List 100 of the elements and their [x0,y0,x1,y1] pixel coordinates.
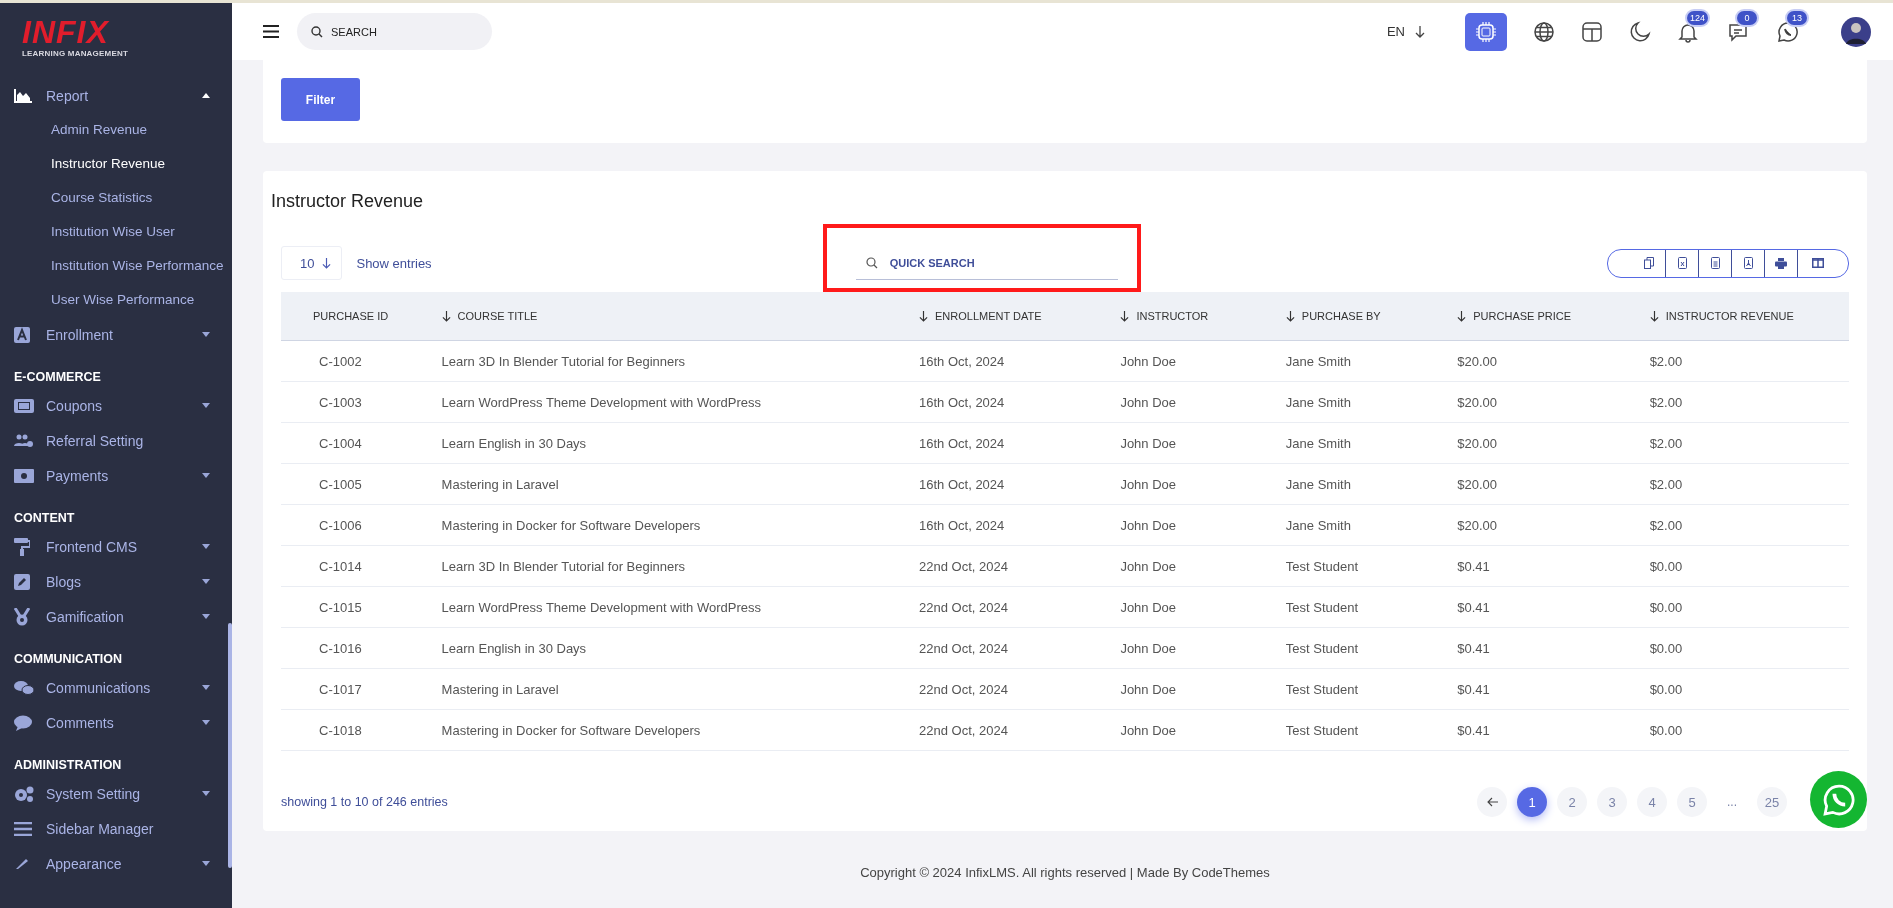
page-button[interactable]: 5 [1677,787,1707,817]
submenu-item[interactable]: Course Statistics [0,181,232,215]
menu-item[interactable]: Sidebar Manager [0,811,232,846]
sort-arrow-icon[interactable] [1457,310,1467,322]
table-cell: Test Student [1285,558,1359,574]
menu-item[interactable]: Referral Setting [0,423,232,458]
page-size-select[interactable]: 10 [281,246,343,280]
layout-icon[interactable] [1581,20,1603,43]
submenu-item[interactable]: Institution Wise User [0,215,232,249]
column-header[interactable]: PURCHASE ID [313,310,389,322]
pencil-icon [14,573,30,590]
menu-item[interactable]: Report [0,78,232,113]
table-cell: John Doe [1120,558,1177,574]
sort-arrow-icon[interactable] [441,310,451,322]
table-cell: $2.00 [1649,435,1683,451]
table-cell: C-1006 [319,517,362,533]
sort-arrow-icon[interactable] [919,310,929,322]
table-cell: C-1015 [319,599,362,615]
sort-arrow-icon[interactable] [1120,310,1130,322]
page-button[interactable]: 3 [1597,787,1627,817]
table-cell: C-1016 [319,640,362,656]
table-cell: Learn English in 30 Days [441,435,587,451]
page-button[interactable]: 25 [1757,787,1787,817]
submenu-item[interactable]: User Wise Performance [0,283,232,317]
menu-item[interactable]: Blogs [0,564,232,599]
avatar-icon[interactable] [1841,16,1871,47]
cash-icon [14,468,34,483]
page-button[interactable]: 1 [1517,787,1547,817]
table-cell: Mastering in Docker for Software Developers [441,722,701,738]
language-selector[interactable]: EN [1386,24,1405,39]
table-cell: $20.00 [1457,476,1498,492]
table-cell: John Doe [1120,599,1177,615]
menu-icon[interactable] [263,25,279,38]
search-icon [865,256,878,269]
table-cell: $2.00 [1649,353,1683,369]
table-cell: 22nd Oct, 2024 [919,640,1008,656]
table-cell: $0.41 [1457,558,1490,574]
column-header[interactable]: INSTRUCTOR [1136,310,1209,322]
column-header[interactable]: PURCHASE PRICE [1473,310,1572,322]
moon-icon[interactable] [1629,20,1651,43]
count-badge: 124 [1687,10,1709,25]
table-cell: Mastering in Laravel [441,476,559,492]
table-cell: Jane Smith [1285,394,1351,410]
printer-icon [1775,257,1787,269]
sort-arrow-icon[interactable] [1285,310,1295,322]
page-button[interactable]: 2 [1557,787,1587,817]
table-cell: Learn WordPress Theme Development with WordPress [441,394,761,410]
quick-search-field[interactable]: QUICK SEARCH [855,246,1118,280]
page-button[interactable]: 4 [1637,787,1667,817]
submenu-item[interactable]: Institution Wise Performance [0,249,232,283]
table-cell: John Doe [1120,517,1177,533]
phone-bubble-icon[interactable] [1777,20,1799,43]
column-header[interactable]: COURSE TITLE [457,310,538,322]
table-cell: Learn WordPress Theme Development with WordPress [441,599,761,615]
menu-item[interactable]: System Setting [0,776,232,811]
column-header[interactable]: PURCHASE BY [1301,310,1381,322]
column-header[interactable]: INSTRUCTOR REVENUE [1665,310,1794,322]
table-cell: Jane Smith [1285,517,1351,533]
medal-icon [14,607,30,626]
column-header[interactable]: ENROLLMENT DATE [935,310,1042,322]
scrollbar-thumb[interactable] [228,623,232,868]
filter-button[interactable]: Filter [281,78,360,121]
menu-item[interactable]: Gamification [0,599,232,634]
table-cell: 16th Oct, 2024 [919,517,1005,533]
table-cell: 16th Oct, 2024 [919,353,1005,369]
table-cell: Learn 3D In Blender Tutorial for Beginners [441,353,686,369]
menu-item[interactable]: Payments [0,458,232,493]
table-cell: $20.00 [1457,353,1498,369]
page-ellipsis: ... [1726,795,1738,809]
letter-icon [14,326,30,343]
ticket-icon [14,398,34,413]
table-cell: C-1005 [319,476,362,492]
table-cell: $0.00 [1649,558,1683,574]
submenu-item[interactable]: Admin Revenue [0,113,232,147]
table-cell: C-1003 [319,394,362,410]
sort-arrow-icon[interactable] [1649,310,1659,322]
menu-item[interactable]: Coupons [0,388,232,423]
gears-icon [14,785,34,802]
file-icon [1710,257,1720,269]
table-cell: Test Student [1285,640,1359,656]
left-arrow-icon [1486,797,1498,807]
submenu-item[interactable]: Instructor Revenue [0,147,232,181]
menu-item[interactable]: Frontend CMS [0,529,232,564]
table-cell: $0.41 [1457,722,1490,738]
table-cell: John Doe [1120,476,1177,492]
menu-item[interactable]: Communications [0,670,232,705]
table-cell: John Doe [1120,435,1177,451]
people-icon [14,433,34,448]
chip-icon [1475,20,1497,43]
menu-item[interactable]: Enrollment [0,317,232,352]
table-cell: $20.00 [1457,394,1498,410]
paint-roller-icon [14,537,30,556]
menu-item[interactable]: Appearance [0,846,232,881]
count-badge: 0 [1737,10,1757,25]
menu-item[interactable]: Comments [0,705,232,740]
globe-icon[interactable] [1533,20,1555,43]
previous-page-button[interactable] [1477,787,1507,817]
search-field[interactable]: SEARCH [297,13,492,50]
chip-button[interactable] [1465,12,1507,51]
table-cell: $0.00 [1649,599,1683,615]
